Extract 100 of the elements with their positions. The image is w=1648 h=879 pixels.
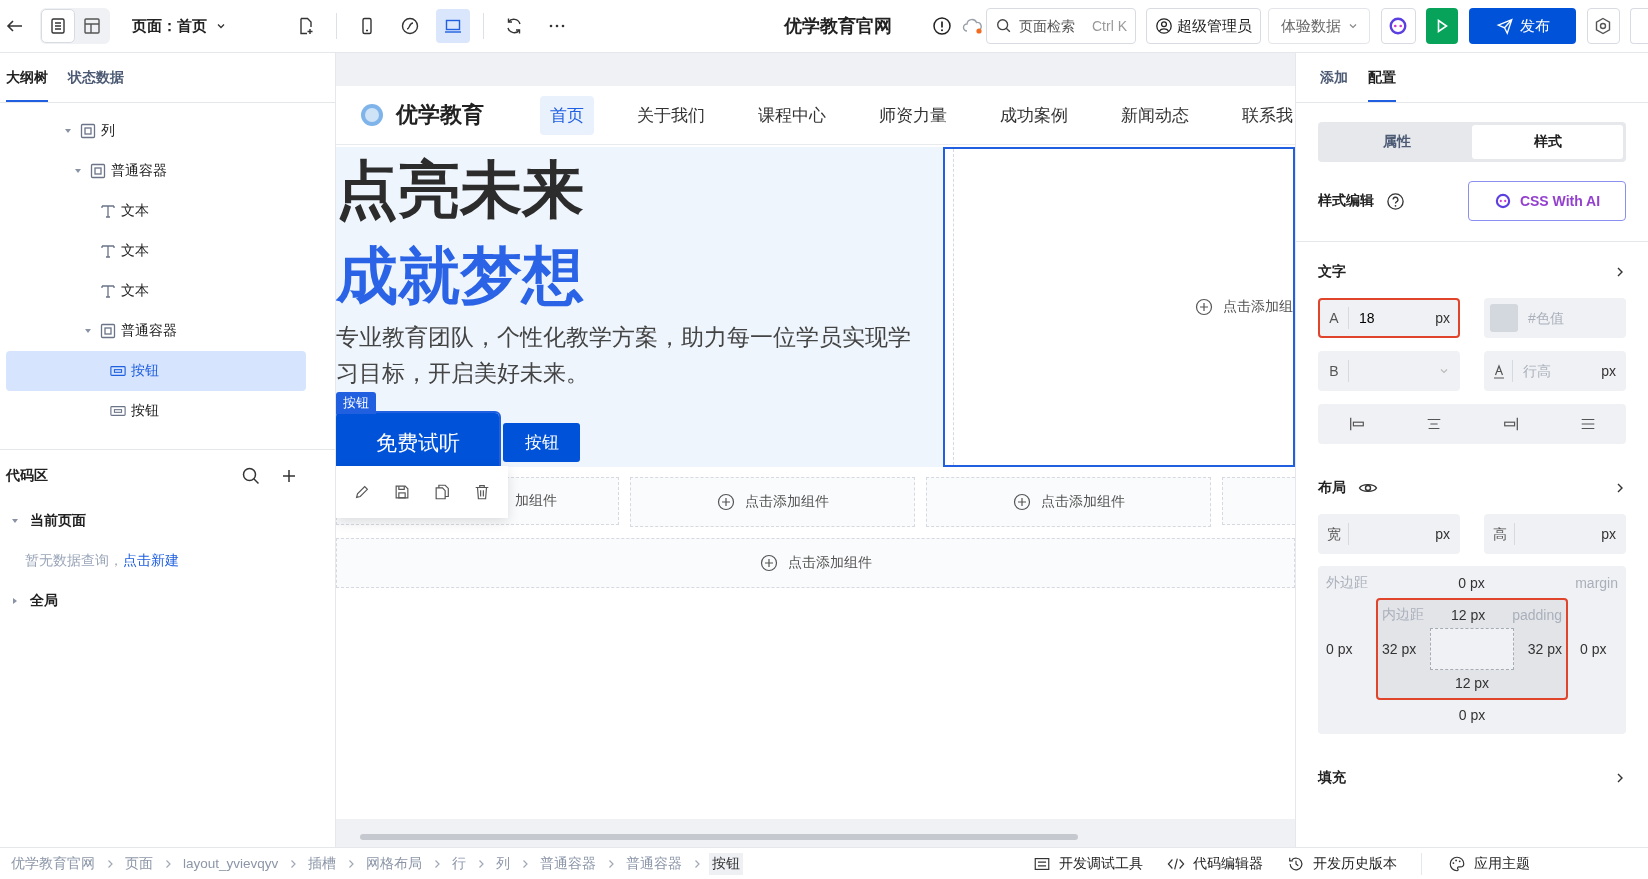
- apply-theme-button[interactable]: 应用主题: [1448, 854, 1530, 873]
- panel-tab[interactable]: 配置: [1368, 53, 1396, 102]
- container-icon: [90, 163, 106, 179]
- padding-top-value[interactable]: 12 px: [1450, 607, 1486, 623]
- color-input[interactable]: #色值: [1518, 309, 1616, 327]
- debug-tools-button[interactable]: 开发调试工具: [1033, 854, 1143, 873]
- nav-link[interactable]: 关于我们: [627, 95, 715, 135]
- layout-icon: [82, 16, 102, 36]
- tree-item[interactable]: 列: [6, 111, 306, 151]
- edit-icon[interactable]: [353, 483, 371, 501]
- breadcrumb-item[interactable]: 按钮: [709, 852, 744, 875]
- font-size-input[interactable]: 18: [1349, 309, 1436, 327]
- secondary-button[interactable]: 按钮: [503, 423, 580, 462]
- shortcut-hint: Ctrl K: [1092, 18, 1127, 34]
- copy-icon[interactable]: [433, 483, 451, 501]
- panel-tab[interactable]: 状态数据: [68, 53, 124, 102]
- empty-message: 暂无数据查询，: [25, 552, 123, 570]
- info-icon[interactable]: [932, 16, 952, 36]
- color-swatch[interactable]: [1490, 304, 1518, 332]
- send-icon: [1495, 17, 1514, 35]
- text-icon: [100, 243, 116, 259]
- padding-left-value[interactable]: 32 px: [1382, 641, 1417, 657]
- delete-icon[interactable]: [473, 483, 491, 501]
- height-field[interactable]: 高 px: [1484, 514, 1626, 554]
- padding-bottom-value[interactable]: 12 px: [1454, 675, 1490, 691]
- code-group[interactable]: 全局: [6, 582, 335, 620]
- nav-link[interactable]: 新闻动态: [1111, 95, 1199, 135]
- margin-label: 外边距: [1326, 574, 1368, 592]
- user-button[interactable]: 超级管理员: [1146, 8, 1261, 44]
- app-title: 优学教育官网: [784, 15, 892, 38]
- line-height-input[interactable]: 行高: [1513, 362, 1602, 380]
- publish-button[interactable]: 发布: [1469, 8, 1576, 44]
- text-icon: [100, 283, 116, 299]
- tree-item[interactable]: 文本: [6, 191, 306, 231]
- margin-bottom-value[interactable]: 0 px: [1458, 707, 1486, 723]
- style-editor-label: 样式编辑: [1318, 192, 1374, 210]
- nav-link[interactable]: 联系我: [1232, 95, 1295, 135]
- desktop-view-button[interactable]: [436, 9, 470, 43]
- robot-icon: [1493, 192, 1512, 210]
- assistant-button[interactable]: [1381, 8, 1416, 44]
- cloud-icon: [962, 16, 984, 36]
- segment-tab[interactable]: 样式: [1472, 125, 1623, 159]
- add-icon: [1012, 493, 1031, 511]
- add-component-slot[interactable]: 点击添加组件: [926, 477, 1211, 527]
- section-title: 布局: [1318, 479, 1346, 497]
- search-icon[interactable]: [241, 466, 261, 486]
- add-icon: [1195, 298, 1213, 316]
- robot-icon: [1388, 16, 1409, 36]
- history-icon: [1287, 854, 1305, 873]
- padding-right-value[interactable]: 32 px: [1527, 641, 1562, 657]
- tree-item[interactable]: 按钮: [6, 391, 306, 431]
- width-field[interactable]: 宽 px: [1318, 514, 1460, 554]
- css-with-ai-button[interactable]: CSS With AI: [1468, 181, 1626, 221]
- margin-top-value[interactable]: 0 px: [1458, 575, 1485, 591]
- document-icon: [48, 16, 68, 36]
- color-field[interactable]: #色值: [1484, 298, 1626, 338]
- margin-left-value[interactable]: 0 px: [1326, 641, 1364, 657]
- tree-item[interactable]: 普通容器: [6, 151, 306, 191]
- nav-link[interactable]: 课程中心: [748, 95, 836, 135]
- button-icon: [110, 403, 126, 419]
- panel-tab[interactable]: 大纲树: [6, 53, 48, 102]
- tree-item[interactable]: 按钮: [6, 351, 306, 391]
- code-group[interactable]: 当前页面: [6, 502, 335, 540]
- circle-curve-icon: [400, 16, 420, 36]
- add-icon: [759, 554, 778, 572]
- selected-slot[interactable]: 点击添加组: [943, 147, 1295, 467]
- create-link[interactable]: 点击新建: [123, 552, 179, 570]
- preview-button[interactable]: [1425, 8, 1459, 44]
- save-icon[interactable]: [393, 483, 411, 501]
- add-component-slot[interactable]: 点击添加组件: [630, 477, 915, 527]
- selection-label: 按钮: [336, 392, 376, 414]
- nav-link[interactable]: 师资力量: [869, 95, 957, 135]
- nav-link[interactable]: 首页: [540, 95, 594, 135]
- refresh-icon: [504, 16, 524, 36]
- line-height-field[interactable]: 行高 px: [1484, 351, 1626, 391]
- tree-item[interactable]: 文本: [6, 271, 306, 311]
- add-component-slot[interactable]: 点击添加组件: [336, 538, 1295, 588]
- panel-tab[interactable]: 添加: [1320, 53, 1348, 102]
- search-input[interactable]: 页面检索: [1017, 17, 1088, 35]
- code-editor-button[interactable]: 代码编辑器: [1167, 854, 1263, 873]
- container-icon: [80, 123, 96, 139]
- page-view-button[interactable]: [41, 9, 75, 43]
- tree-item[interactable]: 普通容器: [6, 311, 306, 351]
- tree-item[interactable]: 文本: [6, 231, 306, 271]
- site-logo-text: 优学教育: [396, 101, 484, 129]
- settings-button[interactable]: [1587, 8, 1620, 44]
- history-button[interactable]: 开发历史版本: [1287, 854, 1397, 873]
- scrollbar-thumb[interactable]: [360, 834, 1078, 840]
- align-left-icon: [1347, 415, 1366, 433]
- nav-link[interactable]: 成功案例: [990, 95, 1078, 135]
- button-icon: [110, 363, 126, 379]
- margin-caption: margin: [1575, 575, 1618, 591]
- margin-right-value[interactable]: 0 px: [1580, 641, 1618, 657]
- segment-tab[interactable]: 属性: [1321, 125, 1472, 159]
- font-size-field[interactable]: A 18 px: [1318, 298, 1460, 338]
- page-selector[interactable]: 页面：首页: [132, 16, 227, 36]
- font-weight-select[interactable]: B: [1318, 351, 1460, 391]
- help-icon[interactable]: [1386, 191, 1405, 211]
- add-component-slot[interactable]: 点击添加组: [1195, 298, 1293, 316]
- data-mode-dropdown[interactable]: 体验数据: [1268, 8, 1370, 44]
